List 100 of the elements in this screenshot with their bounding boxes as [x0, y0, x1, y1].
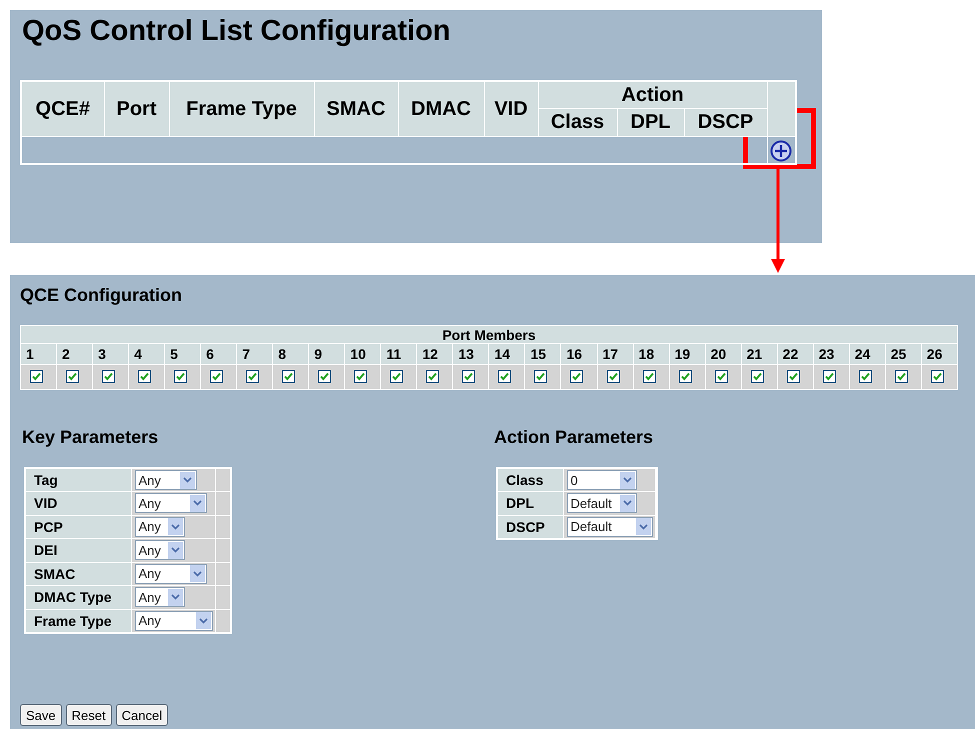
column-header: 1	[20, 344, 57, 364]
checkbox[interactable]	[894, 370, 908, 384]
column-header: DMAC	[398, 81, 484, 136]
dropdown[interactable]: Any	[134, 470, 196, 490]
section-title: Action Parameters	[494, 426, 654, 448]
checkbox[interactable]	[786, 370, 800, 384]
button[interactable]: Cancel	[116, 704, 168, 726]
checkbox[interactable]	[858, 370, 872, 384]
dropdown[interactable]: Any	[134, 493, 206, 514]
column-header: Action	[538, 81, 767, 108]
checkbox[interactable]	[822, 370, 836, 384]
column-header: 26	[921, 344, 958, 364]
field-label: VID	[25, 492, 131, 515]
column-header: 20	[705, 344, 742, 364]
dropdown[interactable]: 0	[566, 470, 636, 490]
field-label: Frame Type	[25, 609, 131, 632]
checkbox[interactable]	[498, 370, 512, 384]
column-header: Port	[104, 81, 169, 136]
section-title: Key Parameters	[22, 426, 158, 448]
field-label: Tag	[25, 468, 131, 492]
dropdown[interactable]: Any	[134, 516, 184, 537]
dropdown[interactable]: Any	[134, 540, 184, 560]
checkbox[interactable]	[174, 370, 188, 384]
chevron-down-icon	[622, 477, 632, 483]
chevron-down-icon	[192, 500, 202, 506]
column-header: 23	[813, 344, 850, 364]
column-header: 3	[92, 344, 129, 364]
field-label: DSCP	[497, 515, 563, 538]
checkbox[interactable]	[642, 370, 656, 384]
section-title: QCE Configuration	[20, 284, 182, 306]
column-header: 17	[597, 344, 634, 364]
field-label: DMAC Type	[25, 586, 131, 609]
column-header: SMAC	[314, 81, 398, 136]
chevron-down-icon	[198, 618, 208, 624]
checkbox[interactable]	[354, 370, 368, 384]
column-header: 10	[344, 344, 381, 364]
checkbox[interactable]	[390, 370, 404, 384]
column-header: Frame Type	[169, 81, 314, 136]
checkbox[interactable]	[102, 370, 116, 384]
chevron-down-icon	[638, 524, 648, 530]
column-header: 14	[488, 344, 525, 364]
column-header: 25	[885, 344, 922, 364]
column-header: DPL	[617, 108, 684, 136]
chevron-down-icon	[170, 594, 180, 600]
column-header: Class	[538, 108, 617, 136]
field-label: DPL	[497, 492, 563, 515]
column-header: 18	[633, 344, 670, 364]
column-header: 19	[669, 344, 706, 364]
chevron-down-icon	[170, 547, 180, 554]
column-header: 5	[164, 344, 201, 364]
column-header: 4	[128, 344, 165, 364]
column-header: 22	[777, 344, 814, 364]
checkbox[interactable]	[462, 370, 476, 384]
column-header: 6	[200, 344, 237, 364]
button[interactable]: Save	[20, 704, 62, 726]
column-header: 16	[560, 344, 597, 364]
checkbox[interactable]	[930, 370, 944, 384]
field-label: PCP	[25, 515, 131, 538]
column-header: DSCP	[684, 108, 767, 136]
column-header: 13	[452, 344, 489, 364]
column-header: 21	[741, 344, 778, 364]
column-header: 24	[849, 344, 886, 364]
column-header: 12	[416, 344, 453, 364]
chevron-down-icon	[182, 477, 192, 483]
chevron-down-icon	[622, 500, 632, 506]
field-label: DEI	[25, 538, 131, 562]
checkbox[interactable]	[66, 370, 80, 384]
checkbox[interactable]	[210, 370, 224, 384]
checkbox[interactable]	[426, 370, 440, 384]
column-header: VID	[484, 81, 538, 136]
checkbox[interactable]	[714, 370, 728, 384]
column-header: 11	[380, 344, 417, 364]
checkbox[interactable]	[606, 370, 620, 384]
dropdown[interactable]: Any	[134, 610, 212, 630]
checkbox[interactable]	[570, 370, 584, 384]
field-label: SMAC	[25, 562, 131, 586]
chevron-down-icon	[170, 524, 180, 530]
column-header: QCE#	[21, 81, 104, 136]
dropdown[interactable]: Any	[134, 564, 206, 584]
column-header: 9	[308, 344, 345, 364]
column-header: 2	[56, 344, 93, 364]
checkbox[interactable]	[318, 370, 332, 384]
checkbox[interactable]	[282, 370, 296, 384]
column-header: 8	[272, 344, 309, 364]
checkbox[interactable]	[750, 370, 764, 384]
column-header: Port Members	[20, 326, 958, 344]
checkbox[interactable]	[246, 370, 260, 384]
dropdown[interactable]: Default	[566, 493, 636, 514]
checkbox[interactable]	[30, 370, 43, 384]
button[interactable]: Reset	[66, 704, 112, 726]
dropdown[interactable]: Any	[134, 587, 184, 608]
column-header: 7	[236, 344, 273, 364]
field-label: Class	[497, 468, 563, 492]
chevron-down-icon	[192, 570, 202, 577]
checkbox[interactable]	[534, 370, 548, 384]
page-title: QoS Control List Configuration	[22, 17, 451, 46]
checkbox[interactable]	[678, 370, 692, 384]
dropdown[interactable]: Default	[566, 516, 652, 536]
column-header: 15	[524, 344, 561, 364]
checkbox[interactable]	[138, 370, 152, 384]
